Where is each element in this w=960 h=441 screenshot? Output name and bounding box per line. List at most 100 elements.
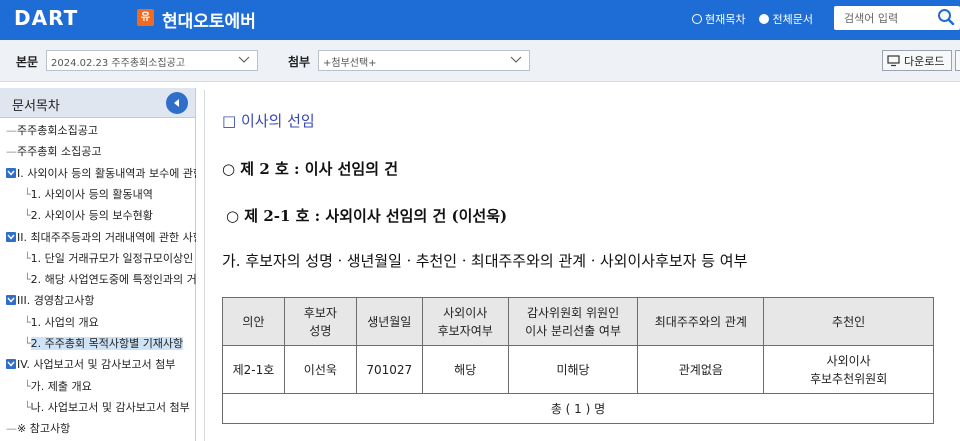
download-label: 다운로드 [904, 54, 945, 68]
section-title: □ 이사의 선임 [222, 112, 315, 130]
toc-item[interactable]: └나. 사업보고서 및 감사보고서 첨부 [0, 397, 196, 418]
table-cell: 사외이사 후보추천위원회 [763, 345, 934, 394]
toc-item-label: I. 사외이사 등의 활동내역과 보수에 관한 사항 [17, 166, 196, 180]
tree-branch-icon: └ [24, 337, 31, 350]
search-scope-group: 현재목차 전체문서 [692, 11, 813, 27]
chevron-down-icon [238, 56, 250, 63]
toc-item-label: II. 최대주주등과의 거래내역에 관한 사항 [17, 230, 196, 244]
toc-item-label: IV. 사업보고서 및 감사보고서 첨부 [17, 358, 176, 372]
sub-agenda-heading: ○ 제 2-1 호 : 사외이사 선임의 건 (이선욱) [226, 207, 508, 225]
expand-toggle-icon[interactable] [6, 167, 16, 178]
attach-label: 첨부 [288, 55, 311, 69]
download-button[interactable]: 다운로드 [882, 50, 952, 71]
toc-item-label: 1. 사업의 개요 [30, 315, 99, 329]
company-badge: 유 [137, 9, 154, 26]
tree-branch-icon: — [6, 124, 17, 137]
body-select[interactable]: 2024.02.23 주주총회소집공고 [46, 50, 258, 71]
toc-item[interactable]: II. 최대주주등과의 거래내역에 관한 사항 [0, 227, 196, 248]
toc-item-label: 2. 주주총회 목적사항별 기재사항 [30, 337, 184, 350]
search-icon [938, 9, 955, 26]
tree-branch-icon: └ [24, 251, 31, 265]
body-select-value: 2024.02.23 주주총회소집공고 [51, 58, 186, 69]
radio-circle-icon [692, 14, 702, 24]
radio-current-toc[interactable]: 현재목차 [692, 11, 745, 27]
table-cell: 미해당 [507, 345, 639, 394]
toc-item[interactable]: └1. 단일 거래규모가 일정규모이상인 거래 [0, 248, 196, 269]
toc-item[interactable]: III. 경영참고사항 [0, 290, 196, 311]
table-header-cell: 의안 [222, 297, 285, 346]
toc-item[interactable]: └1. 사외이사 등의 활동내역 [0, 184, 196, 205]
candidate-table: 의안 후보자 성명 생년월일 사외이사 후보자여부 감사위원회 위원인 이사 분리선출 여부 최… [222, 297, 934, 424]
toc-item[interactable]: └2. 해당 사업연도중에 특정인과의 거래 [0, 269, 196, 290]
tree-branch-icon: └ [24, 379, 31, 393]
tree-branch-icon: └ [24, 315, 31, 329]
table-row: 제2-1호 이선욱 701027 해당 미해당 관계없음 사외이사 후보추천위원회 [222, 345, 934, 394]
candidate-section-paragraph: 가. 후보자의 성명ㆍ생년월일ㆍ추천인ㆍ최대주주와의 관계ㆍ사외이사후보자 등 … [222, 252, 748, 270]
toc-item[interactable]: └2. 사외이사 등의 보수현황 [0, 205, 196, 226]
table-cell: 관계없음 [637, 345, 765, 394]
table-header-cell: 후보자 성명 [283, 297, 357, 346]
agenda-heading: ○ 제 2 호 : 이사 선임의 건 [222, 160, 399, 178]
document-viewer: □ 이사의 선임 ○ 제 2 호 : 이사 선임의 건 ○ 제 2-1 호 : … [204, 90, 960, 441]
toc-item-label: 가. 제출 개요 [30, 379, 92, 393]
toc-header: 문서목차 [0, 88, 195, 118]
app-header: DART 유 현대오토에버 현재목차 전체문서 [0, 0, 960, 40]
attach-select-value: +첨부선택+ [323, 58, 377, 69]
tree-branch-icon: └ [24, 187, 31, 201]
radio-current-label: 현재목차 [705, 13, 746, 26]
toc-item[interactable]: I. 사외이사 등의 활동내역과 보수에 관한 사항 [0, 163, 196, 184]
expand-toggle-icon[interactable] [6, 359, 16, 370]
toc-item-label: 1. 사외이사 등의 활동내역 [30, 187, 153, 201]
tree-branch-icon: — [6, 422, 17, 436]
table-cell: 701027 [355, 345, 423, 394]
total-count: 총 ( 1 ) 명 [222, 393, 934, 424]
toc-item-label: 주주총회 소집공고 [17, 145, 102, 159]
arrow-left-icon [174, 99, 179, 107]
toolbar-extra-button[interactable] [955, 50, 960, 71]
toc-item[interactable]: └1. 사업의 개요 [0, 312, 196, 333]
tree-branch-icon: — [6, 145, 17, 159]
radio-all-label: 전체문서 [772, 13, 813, 26]
expand-toggle-icon[interactable] [6, 295, 16, 306]
toc-item-label: ※ 참고사항 [17, 422, 71, 436]
toc-item[interactable]: └가. 제출 개요 [0, 376, 196, 397]
radio-filled-icon [759, 14, 770, 24]
toc-sidebar: 문서목차 —주주총회소집공고 —주주총회 소집공고 I. 사외이사 등의 활동내역과… [0, 88, 196, 441]
table-header-cell: 감사위원회 위원인 이사 분리선출 여부 [507, 297, 639, 346]
toc-item[interactable]: —※ 참고사항 [0, 418, 196, 439]
table-total-row: 총 ( 1 ) 명 [222, 393, 934, 424]
search-button[interactable] [936, 8, 956, 28]
toc-item-label: 2. 해당 사업연도중에 특정인과의 거래 [30, 273, 196, 287]
table-cell: 이선욱 [283, 345, 357, 394]
attach-select[interactable]: +첨부선택+ [318, 50, 530, 71]
toc-item-label: 주주총회소집공고 [17, 124, 98, 137]
search-box [834, 6, 960, 30]
toc-item[interactable]: —주주총회소집공고 [0, 120, 196, 141]
monitor-icon [887, 54, 900, 66]
toc-item-label: 2. 사외이사 등의 보수현황 [30, 209, 153, 223]
dart-logo[interactable]: DART [14, 6, 78, 30]
toc-item-label: 나. 사업보고서 및 감사보고서 첨부 [30, 400, 190, 414]
body-label: 본문 [16, 55, 39, 69]
search-input[interactable] [834, 6, 934, 30]
radio-all-document[interactable]: 전체문서 [759, 11, 813, 27]
chevron-down-icon [510, 56, 522, 63]
document-toolbar: 본문 2024.02.23 주주총회소집공고 첨부 +첨부선택+ 다운로드 [0, 40, 960, 82]
table-header-cell: 추천인 [763, 297, 934, 346]
table-header-row: 의안 후보자 성명 생년월일 사외이사 후보자여부 감사위원회 위원인 이사 분리선출 여부 최… [222, 297, 934, 346]
collapse-sidebar-button[interactable] [166, 92, 188, 114]
tree-branch-icon: └ [24, 209, 31, 223]
toc-item[interactable]: └2. 주주총회 목적사항별 기재사항 [0, 333, 196, 354]
expand-toggle-icon[interactable] [6, 231, 16, 242]
company-name: 현대오토에버 [162, 12, 256, 32]
tree-branch-icon: └ [24, 400, 31, 414]
table-header-cell: 사외이사 후보자여부 [421, 297, 509, 346]
table-header-cell: 최대주주와의 관계 [637, 297, 765, 346]
toc-item-label: III. 경영참고사항 [17, 294, 95, 308]
toc-item[interactable]: —주주총회 소집공고 [0, 141, 196, 162]
table-header-cell: 생년월일 [355, 297, 423, 346]
toc-item[interactable]: IV. 사업보고서 및 감사보고서 첨부 [0, 354, 196, 375]
tree-branch-icon: └ [24, 273, 31, 287]
table-cell: 해당 [421, 345, 509, 394]
table-cell: 제2-1호 [222, 345, 285, 394]
